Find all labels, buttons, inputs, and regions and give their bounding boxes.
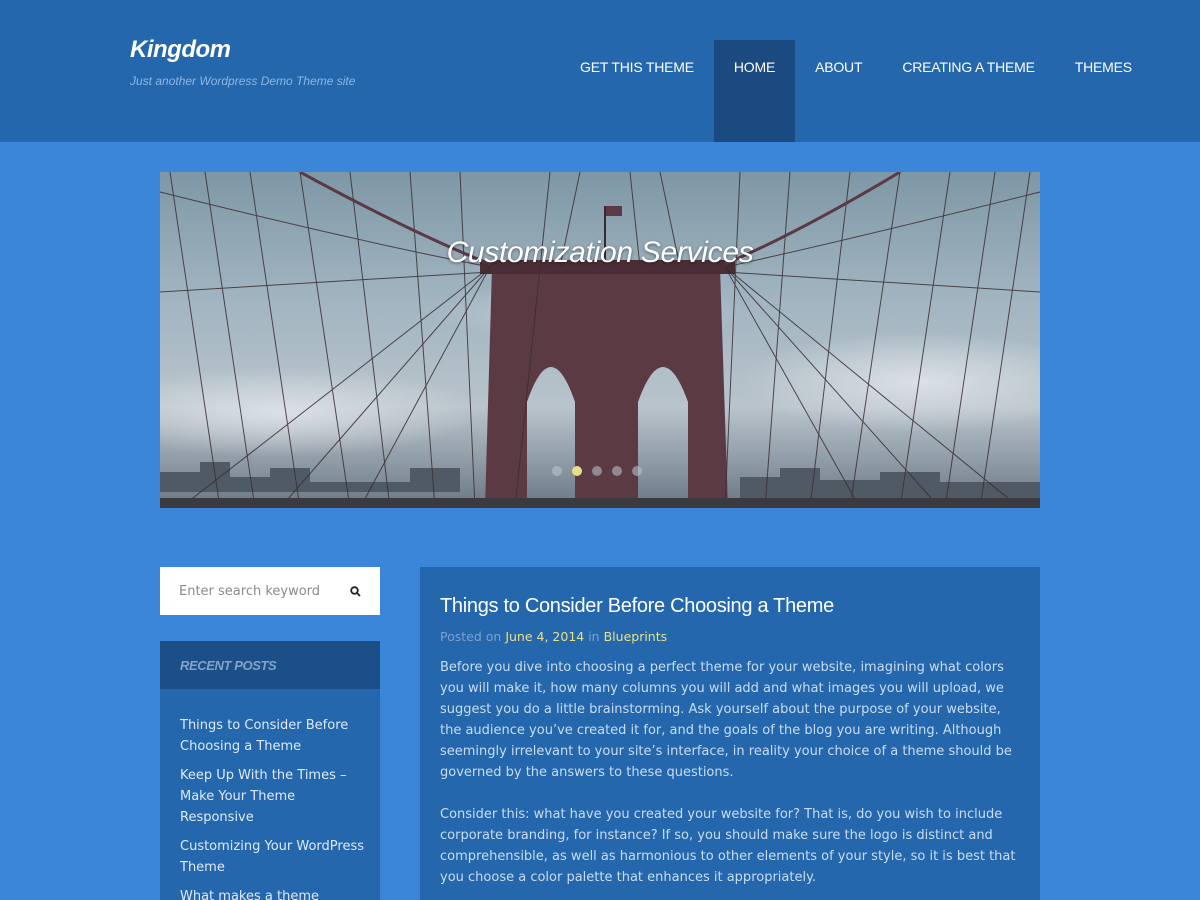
- post-date-link[interactable]: June 4, 2014: [505, 629, 584, 644]
- list-item: Keep Up With the Times – Make Your Theme…: [180, 764, 368, 827]
- nav-item-about[interactable]: ABOUT: [795, 40, 882, 142]
- nav-item-get-this-theme[interactable]: GET THIS THEME: [560, 40, 714, 142]
- slide-image: [160, 172, 1040, 508]
- search-form: [160, 567, 380, 615]
- recent-posts-widget: RECENT POSTS Things to Consider Before C…: [160, 641, 380, 900]
- site-header: Kingdom Just another Wordpress Demo Them…: [0, 0, 1200, 142]
- slider-dot-4[interactable]: [612, 466, 622, 476]
- recent-post-link[interactable]: Things to Consider Before Choosing a The…: [180, 718, 348, 754]
- post-meta: Posted on June 4, 2014 in Blueprints: [440, 629, 1020, 644]
- widget-title: RECENT POSTS: [160, 641, 380, 689]
- nav-item-creating-a-theme[interactable]: CREATING A THEME: [882, 40, 1054, 142]
- nav-item-home[interactable]: HOME: [713, 40, 796, 142]
- recent-post-link[interactable]: Customizing Your WordPress Theme: [180, 839, 364, 875]
- post-body: Before you dive into choosing a perfect …: [440, 657, 1020, 888]
- post-paragraph: Before you dive into choosing a perfect …: [440, 660, 1012, 780]
- slider-dot-5[interactable]: [632, 466, 642, 476]
- post-article: Things to Consider Before Choosing a The…: [420, 567, 1040, 900]
- slider-dot-2[interactable]: [572, 466, 582, 476]
- post-paragraph: Consider this: what have you created you…: [440, 807, 1016, 885]
- slider-dot-1[interactable]: [552, 466, 562, 476]
- site-tagline: Just another Wordpress Demo Theme site: [130, 74, 356, 88]
- recent-post-link[interactable]: Keep Up With the Times – Make Your Theme…: [180, 768, 347, 825]
- post-title[interactable]: Things to Consider Before Choosing a The…: [440, 592, 1020, 620]
- search-input[interactable]: [160, 568, 330, 614]
- list-item: Things to Consider Before Choosing a The…: [180, 714, 368, 756]
- post-category-link[interactable]: Blueprints: [604, 629, 668, 644]
- list-item: Customizing Your WordPress Theme: [180, 835, 368, 877]
- hero-slider[interactable]: [160, 172, 1040, 508]
- list-item: What makes a theme perfect?: [180, 885, 368, 900]
- search-button[interactable]: [330, 567, 380, 615]
- posted-on-label: Posted on: [440, 629, 502, 644]
- recent-post-link[interactable]: What makes a theme perfect?: [180, 889, 319, 900]
- slider-pagination: [552, 466, 642, 476]
- slider-dot-3[interactable]: [592, 466, 602, 476]
- search-icon: [349, 585, 361, 597]
- main-nav: GET THIS THEME HOME ABOUT CREATING A THE…: [560, 40, 1152, 142]
- recent-posts-list: Things to Consider Before Choosing a The…: [160, 689, 380, 900]
- nav-item-themes[interactable]: THEMES: [1055, 40, 1152, 142]
- in-label: in: [588, 629, 600, 644]
- site-title[interactable]: Kingdom: [130, 36, 231, 64]
- slide-caption: Customization Services: [446, 236, 754, 269]
